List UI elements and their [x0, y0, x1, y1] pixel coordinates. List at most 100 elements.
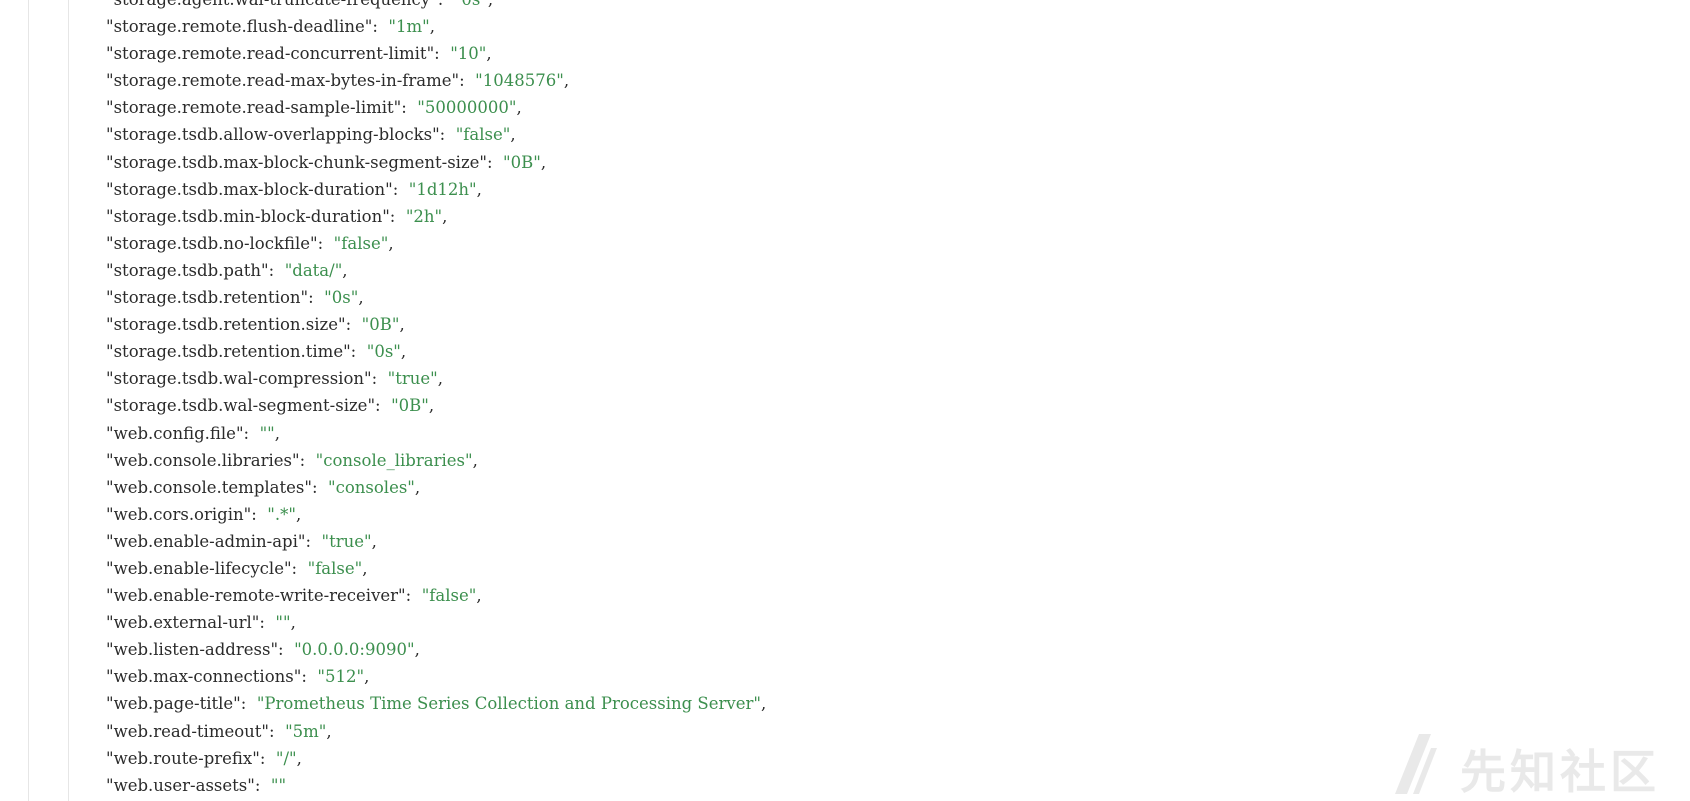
xianzhi-logo-icon: [1395, 734, 1437, 794]
json-key: "storage.tsdb.retention":: [106, 288, 325, 308]
json-comma: ,: [510, 125, 516, 145]
json-comma: ,: [326, 721, 332, 741]
code-line: "storage.remote.flush-deadline": "1m",: [106, 13, 766, 40]
json-comma: ,: [362, 558, 368, 578]
json-value: "1d12h": [408, 179, 477, 199]
json-comma: ,: [358, 288, 364, 308]
json-value: "1048576": [475, 71, 564, 91]
json-key: "storage.remote.read-max-bytes-in-frame"…: [106, 71, 476, 91]
code-line: "web.read-timeout": "5m",: [106, 718, 766, 745]
code-line: "storage.tsdb.wal-compression": "true",: [106, 365, 766, 392]
json-value: "/": [275, 748, 297, 768]
json-value: "": [270, 775, 287, 795]
json-comma: ,: [414, 477, 421, 497]
json-value: "0B": [361, 315, 400, 335]
json-value: "true": [387, 369, 438, 389]
json-key: "storage.agent.wal-truncate-frequency":: [106, 0, 454, 9]
json-key: "storage.remote.flush-deadline":: [106, 17, 389, 37]
json-value: "consoles": [328, 477, 415, 497]
code-line: "storage.remote.read-concurrent-limit": …: [106, 40, 766, 67]
code-line: "storage.tsdb.max-block-duration": "1d12…: [106, 176, 766, 203]
json-value: "0B": [391, 396, 429, 416]
json-key: "storage.tsdb.wal-compression":: [106, 369, 388, 389]
json-value: "data/": [284, 260, 343, 280]
code-line: "storage.remote.read-max-bytes-in-frame"…: [106, 67, 766, 94]
json-key: "storage.tsdb.max-block-duration":: [106, 179, 409, 199]
code-line: "web.user-assets": "": [106, 772, 766, 799]
json-comma: ,: [296, 748, 302, 768]
json-comma: ,: [429, 17, 435, 37]
code-line: "web.config.file": "",: [106, 420, 766, 447]
code-line: "storage.tsdb.retention.time": "0s",: [106, 338, 766, 365]
code-line: "web.max-connections": "512",: [106, 663, 766, 690]
json-key: "storage.tsdb.no-lockfile":: [106, 233, 334, 253]
json-key: "web.listen-address":: [106, 640, 295, 660]
json-key: "web.max-connections":: [106, 667, 318, 687]
json-key: "storage.tsdb.retention.size":: [106, 315, 362, 335]
code-line: "storage.agent.wal-truncate-frequency": …: [106, 0, 766, 13]
code-line: "storage.tsdb.min-block-duration": "2h",: [106, 203, 766, 230]
json-value: "0B": [503, 152, 541, 172]
code-line: "web.external-url": "",: [106, 609, 766, 636]
json-value: ".*": [267, 504, 296, 524]
code-line: "web.enable-remote-write-receiver": "fal…: [106, 582, 766, 609]
code-line: "web.enable-lifecycle": "false",: [106, 555, 766, 582]
json-comma: ,: [472, 450, 478, 470]
json-comma: ,: [290, 613, 296, 633]
json-key: "storage.tsdb.path":: [106, 260, 285, 280]
code-line: "storage.tsdb.allow-overlapping-blocks":…: [106, 121, 766, 148]
json-comma: ,: [414, 640, 420, 660]
code-block: "storage.agent.wal-truncate-frequency": …: [106, 0, 766, 799]
json-value: "false": [307, 558, 363, 578]
code-line: "storage.tsdb.retention": "0s",: [106, 284, 766, 311]
watermark-text: 先知社区: [1460, 745, 1660, 799]
json-value: "": [275, 613, 291, 633]
json-value: "0s": [366, 342, 401, 362]
json-value: "false": [455, 125, 511, 145]
json-comma: ,: [400, 342, 407, 362]
json-comma: ,: [364, 667, 370, 687]
code-line: "web.console.libraries": "console_librar…: [106, 447, 766, 474]
json-comma: ,: [388, 233, 394, 253]
json-value: "false": [421, 586, 477, 606]
json-key: "storage.remote.read-concurrent-limit":: [106, 44, 451, 64]
code-line: "storage.tsdb.wal-segment-size": "0B",: [106, 392, 766, 419]
json-value: "false": [333, 233, 389, 253]
json-key: "storage.remote.read-sample-limit":: [106, 98, 418, 118]
json-key: "web.page-title":: [106, 694, 257, 714]
json-comma: ,: [488, 0, 493, 9]
json-value: "5m": [285, 721, 327, 741]
code-line: "web.console.templates": "consoles",: [106, 474, 766, 501]
json-key: "web.user-assets":: [106, 775, 271, 795]
json-comma: ,: [442, 206, 448, 226]
json-comma: ,: [399, 315, 405, 335]
json-key: "web.cors.origin":: [106, 504, 268, 524]
json-key: "storage.tsdb.min-block-duration":: [106, 206, 406, 226]
json-key: "storage.tsdb.allow-overlapping-blocks":: [106, 125, 456, 145]
json-key: "web.console.libraries":: [106, 450, 316, 470]
code-line: "storage.tsdb.max-block-chunk-segment-si…: [106, 149, 766, 176]
json-value: "true": [321, 531, 372, 551]
json-comma: ,: [428, 396, 435, 416]
json-value: "1m": [388, 17, 430, 37]
json-comma: ,: [476, 179, 482, 199]
json-value: "0s": [324, 288, 359, 308]
json-key: "storage.tsdb.wal-segment-size":: [106, 396, 392, 416]
gutter-divider: [28, 0, 29, 801]
code-line: "web.enable-admin-api": "true",: [106, 528, 766, 555]
code-line: "web.page-title": "Prometheus Time Serie…: [106, 690, 766, 717]
json-key: "web.read-timeout":: [106, 721, 286, 741]
json-key: "web.external-url":: [106, 613, 276, 633]
json-value: "2h": [405, 206, 443, 226]
json-comma: ,: [437, 369, 443, 389]
json-key: "storage.tsdb.max-block-chunk-segment-si…: [106, 152, 504, 172]
code-line: "storage.tsdb.no-lockfile": "false",: [106, 230, 766, 257]
json-value: "console_libraries": [315, 450, 473, 470]
json-comma: ,: [476, 586, 482, 606]
json-comma: ,: [540, 152, 547, 172]
code-line: "web.cors.origin": ".*",: [106, 501, 766, 528]
json-comma: ,: [563, 71, 570, 91]
json-key: "storage.tsdb.retention.time":: [106, 342, 367, 362]
json-value: "0s": [454, 0, 488, 9]
json-value: "50000000": [417, 98, 517, 118]
